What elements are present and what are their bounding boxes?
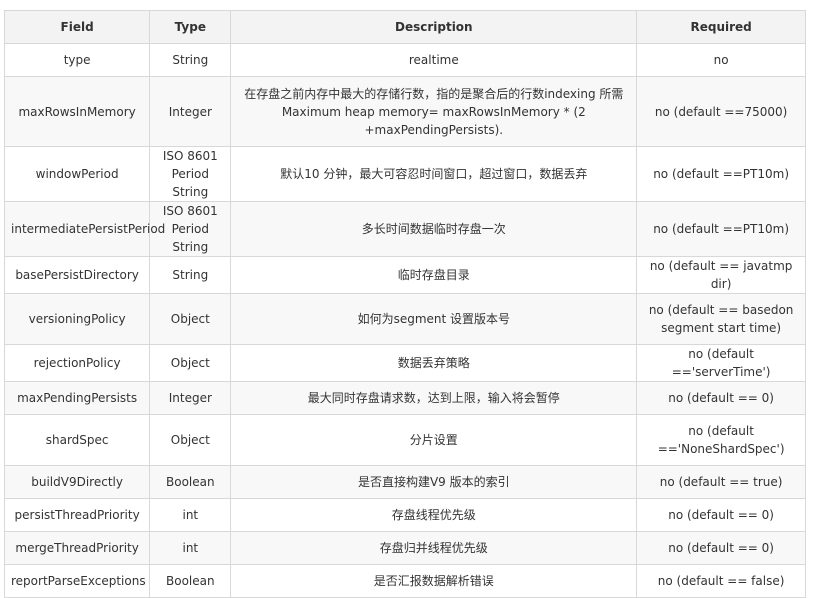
cell-description: 最大同时存盘请求数，达到上限，输入将会暂停 xyxy=(230,381,638,415)
table-row: rejectionPolicy Object 数据丢弃策略 no (default =… xyxy=(3,344,806,382)
cell-description: 如何为segment 设置版本号 xyxy=(230,293,638,345)
cell-description: 是否直接构建V9 版本的索引 xyxy=(230,465,638,499)
table-row: basePersistDirectory String 临时存盘目录 no (defa… xyxy=(3,256,806,294)
table-row: windowPeriod ISO 8601 Period String 默认10 分… xyxy=(3,146,806,202)
header-field: Field xyxy=(3,10,151,44)
cell-field: shardSpec xyxy=(3,414,151,466)
cell-field: windowPeriod xyxy=(3,146,151,202)
cell-type: int xyxy=(149,531,232,565)
cell-type: Object xyxy=(149,414,232,466)
cell-type: Integer xyxy=(149,76,232,147)
table-row: reportParseExceptions Boolean 是否汇报数据解析错误 no… xyxy=(3,564,806,598)
cell-field: maxPendingPersists xyxy=(3,381,151,415)
table-row: maxPendingPersists Integer 最大同时存盘请求数，达到上限，… xyxy=(3,381,806,415)
cell-required: no (default == true) xyxy=(636,465,806,499)
cell-description: 默认10 分钟，最大可容忍时间窗口，超过窗口，数据丢弃 xyxy=(230,146,638,202)
config-table-wrapper: Field Type Description Required type Stri… xyxy=(3,10,806,598)
cell-field: persistThreadPriority xyxy=(3,498,151,532)
table-row: buildV9Directly Boolean 是否直接构建V9 版本的索引 no (… xyxy=(3,465,806,499)
table-row: mergeThreadPriority int 存盘归并线程优先级 no (defau… xyxy=(3,531,806,565)
table-header-row: Field Type Description Required xyxy=(3,10,806,44)
cell-required: no (default == 0) xyxy=(636,381,806,415)
cell-type: Boolean xyxy=(149,465,232,499)
cell-required: no (default == basedon segment start tim… xyxy=(636,293,806,345)
cell-description: realtime xyxy=(230,43,638,77)
cell-type: Boolean xyxy=(149,564,232,598)
cell-field: type xyxy=(3,43,151,77)
cell-description: 分片设置 xyxy=(230,414,638,466)
config-table: Field Type Description Required type Stri… xyxy=(3,10,806,598)
cell-required: no (default =='serverTime') xyxy=(636,344,806,382)
cell-required: no (default == 0) xyxy=(636,531,806,565)
table-body: type String realtime no maxRowsInMemory Integ… xyxy=(3,43,806,598)
header-type: Type xyxy=(149,10,232,44)
cell-type: String xyxy=(149,256,232,294)
header-description: Description xyxy=(230,10,638,44)
cell-description: 数据丢弃策略 xyxy=(230,344,638,382)
cell-field: intermediatePersistPeriod xyxy=(3,201,165,257)
cell-type: Object xyxy=(149,344,232,382)
table-row: intermediatePersistPeriod ISO 8601 Period… xyxy=(3,201,806,257)
table-row: shardSpec Object 分片设置 no (default =='NoneSh… xyxy=(3,414,806,466)
table-row: maxRowsInMemory Integer 在存盘之前内存中最大的存储行数，指的… xyxy=(3,76,806,147)
cell-field: mergeThreadPriority xyxy=(3,531,151,565)
cell-required: no (default ==PT10m) xyxy=(636,146,806,202)
table-row: persistThreadPriority int 存盘线程优先级 no (defau… xyxy=(3,498,806,532)
cell-required: no (default == 0) xyxy=(636,498,806,532)
cell-required: no (default =='NoneShardSpec') xyxy=(636,414,806,466)
cell-field: reportParseExceptions xyxy=(3,564,151,598)
cell-required: no (default == false) xyxy=(636,564,806,598)
cell-description: 在存盘之前内存中最大的存储行数，指的是聚合后的行数indexing 所需 Max… xyxy=(230,76,638,147)
cell-type: Integer xyxy=(149,381,232,415)
cell-field: versioningPolicy xyxy=(3,293,151,345)
cell-required: no (default ==PT10m) xyxy=(636,201,806,257)
cell-description: 存盘线程优先级 xyxy=(230,498,638,532)
table-row: type String realtime no xyxy=(3,43,806,77)
cell-type: String xyxy=(149,43,232,77)
cell-description: 是否汇报数据解析错误 xyxy=(230,564,638,598)
cell-description: 多长时间数据临时存盘一次 xyxy=(230,201,638,257)
cell-type: Object xyxy=(149,293,232,345)
cell-field: basePersistDirectory xyxy=(3,256,151,294)
cell-required: no (default ==75000) xyxy=(636,76,806,147)
table-row: versioningPolicy Object 如何为segment 设置版本号 no… xyxy=(3,293,806,345)
cell-description: 存盘归并线程优先级 xyxy=(230,531,638,565)
cell-required: no (default == javatmp dir) xyxy=(636,256,806,294)
cell-type: ISO 8601 Period String xyxy=(149,146,232,202)
header-required: Required xyxy=(636,10,806,44)
cell-field: maxRowsInMemory xyxy=(3,76,151,147)
cell-required: no xyxy=(636,43,806,77)
cell-field: buildV9Directly xyxy=(3,465,151,499)
cell-field: rejectionPolicy xyxy=(3,344,151,382)
cell-type: int xyxy=(149,498,232,532)
cell-description: 临时存盘目录 xyxy=(230,256,638,294)
